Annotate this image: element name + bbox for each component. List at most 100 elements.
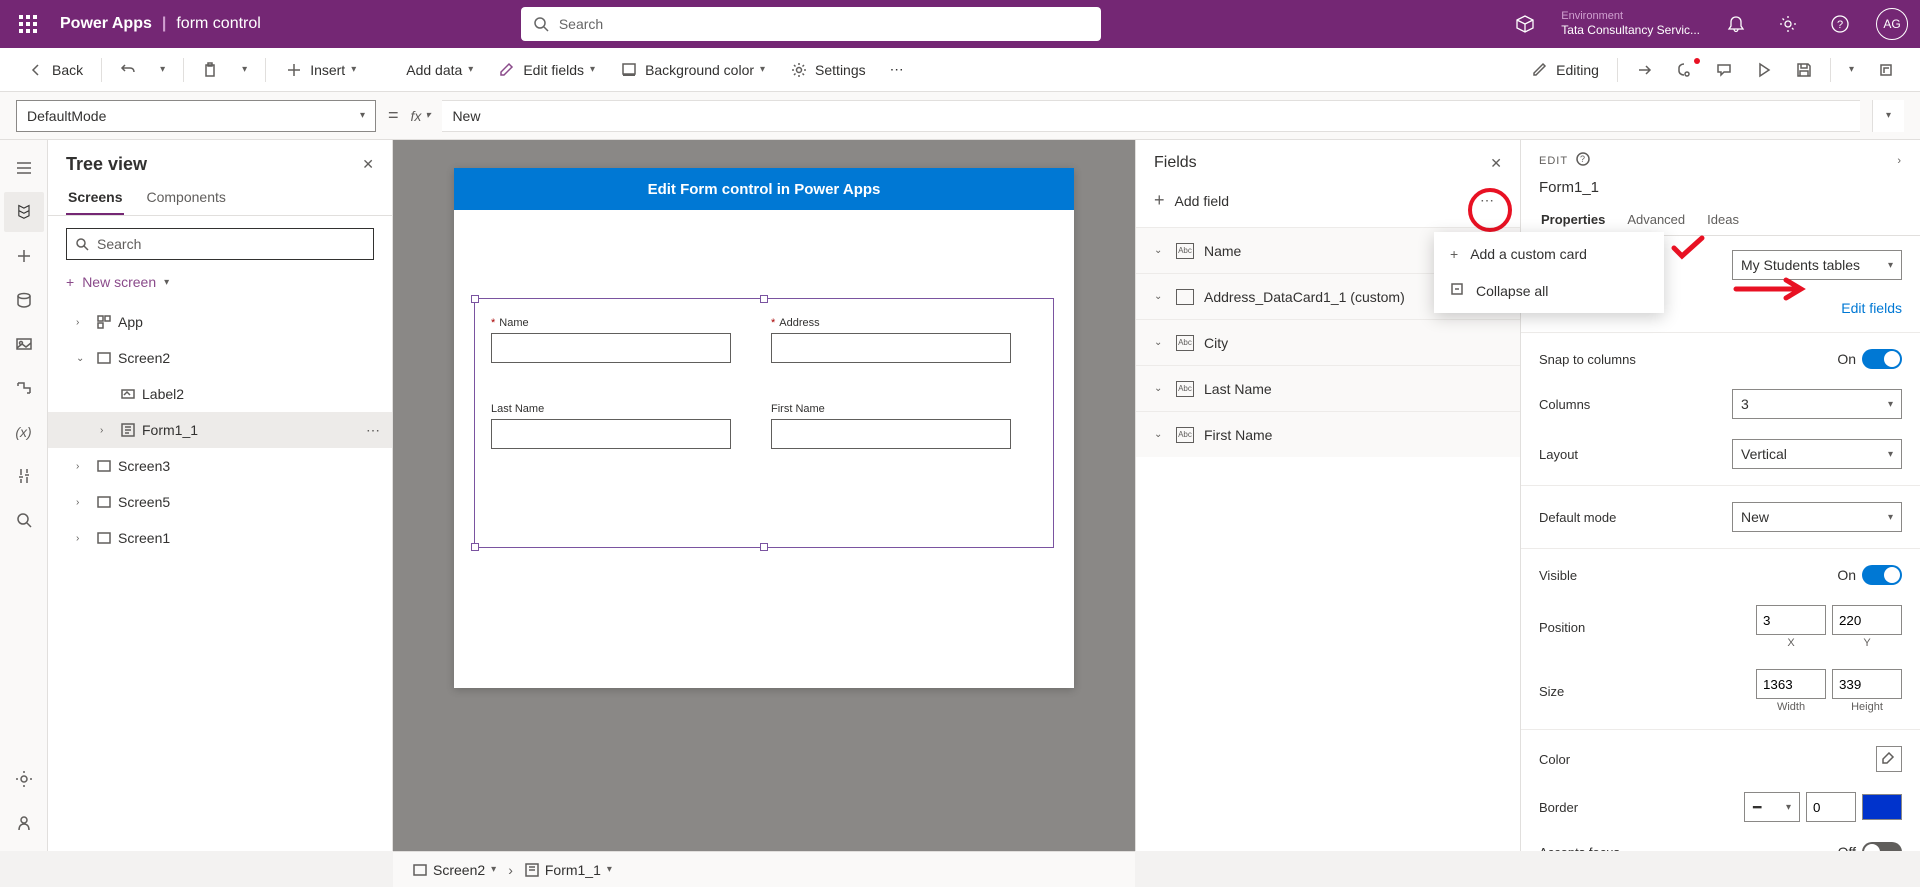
visible-toggle[interactable]: [1862, 565, 1902, 585]
fx-label[interactable]: fx▾: [411, 108, 431, 124]
insert-button[interactable]: Insert▾: [274, 54, 366, 86]
expand-formula-button[interactable]: ▾: [1872, 100, 1904, 132]
field-row-lastname[interactable]: ⌄AbcLast Name: [1136, 365, 1520, 411]
lastname-input[interactable]: [491, 419, 731, 449]
comments-button[interactable]: [1706, 56, 1742, 84]
props-tab-advanced[interactable]: Advanced: [1625, 206, 1687, 235]
tree-item-label2[interactable]: Label2: [48, 376, 392, 412]
editing-mode-button[interactable]: Editing: [1520, 54, 1609, 86]
user-avatar[interactable]: AG: [1876, 8, 1908, 40]
breadcrumb-screen2[interactable]: Screen2 ▾: [405, 858, 504, 882]
checker-button[interactable]: [1666, 56, 1702, 84]
undo-button[interactable]: [110, 56, 146, 84]
firstname-input[interactable]: [771, 419, 1011, 449]
tree-item-app[interactable]: › App: [48, 304, 392, 340]
rail-tree-icon[interactable]: [4, 192, 44, 232]
formula-input[interactable]: New: [442, 100, 1860, 132]
tree-item-screen2[interactable]: ⌄ Screen2: [48, 340, 392, 376]
accepts-focus-toggle[interactable]: [1862, 842, 1902, 851]
screen-icon: [413, 863, 427, 877]
tree-search-input[interactable]: Search: [66, 228, 374, 260]
rail-settings-icon[interactable]: [4, 759, 44, 799]
back-button[interactable]: Back: [16, 54, 93, 86]
datasource-select[interactable]: My Students tables▾: [1732, 250, 1902, 280]
add-data-button[interactable]: Add data▾: [370, 54, 483, 86]
position-y-input[interactable]: [1832, 605, 1902, 635]
name-input[interactable]: [491, 333, 731, 363]
share-button[interactable]: [1626, 56, 1662, 84]
field-address: *Address: [771, 317, 1011, 363]
overflow-button[interactable]: ⋯: [880, 55, 914, 84]
border-style-select[interactable]: ━▾: [1744, 792, 1800, 822]
settings-button[interactable]: Settings: [779, 54, 876, 86]
border-color-swatch[interactable]: [1862, 794, 1902, 820]
new-screen-button[interactable]: + New screen ▾: [66, 268, 374, 296]
breadcrumb-form1-1[interactable]: Form1_1 ▾: [517, 858, 620, 882]
tab-screens[interactable]: Screens: [66, 181, 124, 215]
props-help-icon[interactable]: ?: [1576, 152, 1590, 169]
rail-data-icon[interactable]: [4, 280, 44, 320]
rail-insert-icon[interactable]: [4, 236, 44, 276]
add-field-button[interactable]: + Add field ⋯: [1136, 180, 1520, 227]
tree-item-screen1[interactable]: › Screen1: [48, 520, 392, 556]
form-selection[interactable]: *Name *Address Last Name First Name: [474, 298, 1054, 548]
tree-item-screen3[interactable]: › Screen3: [48, 448, 392, 484]
property-select[interactable]: DefaultMode▾: [16, 100, 376, 132]
menu-collapse-all[interactable]: Collapse all: [1434, 272, 1664, 309]
menu-add-custom-card[interactable]: + Add a custom card: [1434, 236, 1664, 272]
rail-media-icon[interactable]: [4, 324, 44, 364]
plus-icon: +: [1450, 246, 1458, 262]
prop-defaultmode-label: Default mode: [1539, 510, 1616, 525]
publish-dropdown[interactable]: ▾: [1839, 58, 1864, 81]
canvas[interactable]: Edit Form control in Power Apps *Name *A…: [454, 168, 1074, 688]
environment-icon[interactable]: [1509, 8, 1541, 40]
global-search-input[interactable]: Search: [521, 7, 1101, 41]
save-button[interactable]: [1786, 56, 1822, 84]
settings-icon[interactable]: [1772, 8, 1804, 40]
columns-select[interactable]: 3▾: [1732, 389, 1902, 419]
snap-toggle[interactable]: [1862, 349, 1902, 369]
environment-label[interactable]: Environment Tata Consultancy Servic...: [1561, 10, 1700, 38]
defaultmode-select[interactable]: New▾: [1732, 502, 1902, 532]
close-fields-button[interactable]: ✕: [1490, 155, 1502, 172]
field-row-city[interactable]: ⌄AbcCity: [1136, 319, 1520, 365]
layout-select[interactable]: Vertical▾: [1732, 439, 1902, 469]
field-row-firstname[interactable]: ⌄AbcFirst Name: [1136, 411, 1520, 457]
field-lastname: Last Name: [491, 403, 731, 449]
address-input[interactable]: [771, 333, 1011, 363]
tree-item-more-button[interactable]: ⋯: [366, 422, 380, 439]
fields-more-button[interactable]: ⋯: [1472, 188, 1502, 213]
close-tree-button[interactable]: ✕: [362, 156, 374, 173]
bg-color-button[interactable]: Background color▾: [609, 54, 775, 86]
tree-item-form1-1[interactable]: › Form1_1 ⋯: [48, 412, 392, 448]
edit-fields-button[interactable]: Edit fields▾: [487, 54, 605, 86]
tab-components[interactable]: Components: [144, 181, 227, 215]
gear-icon: [789, 60, 809, 80]
rail-search-icon[interactable]: [4, 500, 44, 540]
tree-item-screen5[interactable]: › Screen5: [48, 484, 392, 520]
size-width-input[interactable]: [1756, 669, 1826, 699]
publish-button[interactable]: [1868, 56, 1904, 84]
search-icon: [533, 16, 549, 32]
play-button[interactable]: [1746, 56, 1782, 84]
rail-ai-icon[interactable]: [4, 803, 44, 843]
notifications-icon[interactable]: [1720, 8, 1752, 40]
position-x-input[interactable]: [1756, 605, 1826, 635]
props-tab-ideas[interactable]: Ideas: [1705, 206, 1741, 235]
paste-button[interactable]: [192, 56, 228, 84]
color-picker-button[interactable]: [1876, 746, 1902, 772]
paste-dropdown[interactable]: ▾: [232, 58, 257, 81]
undo-dropdown[interactable]: ▾: [150, 58, 175, 81]
rail-tools-icon[interactable]: [4, 456, 44, 496]
collapse-props-button[interactable]: ›: [1897, 155, 1902, 167]
rail-flow-icon[interactable]: [4, 368, 44, 408]
size-height-input[interactable]: [1832, 669, 1902, 699]
border-width-input[interactable]: [1806, 792, 1856, 822]
help-icon[interactable]: ?: [1824, 8, 1856, 40]
props-tab-properties[interactable]: Properties: [1539, 206, 1607, 235]
edit-fields-link[interactable]: Edit fields: [1841, 300, 1902, 316]
prop-visible-label: Visible: [1539, 568, 1577, 583]
rail-hamburger-icon[interactable]: [4, 148, 44, 188]
rail-variables-icon[interactable]: (x): [4, 412, 44, 452]
app-launcher-icon[interactable]: [12, 8, 44, 40]
